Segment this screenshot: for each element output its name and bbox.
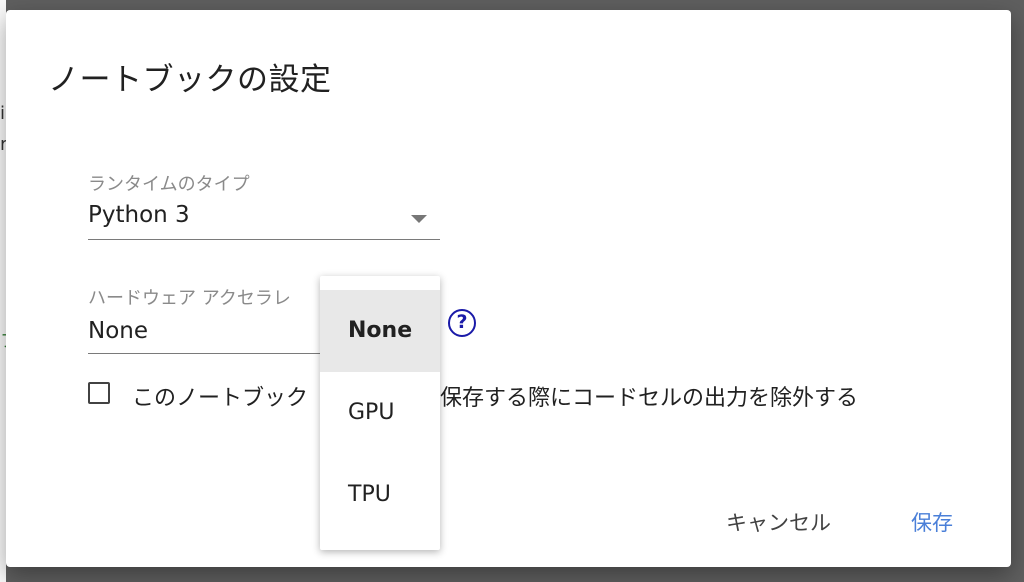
field-underline xyxy=(88,239,440,240)
accelerator-dropdown-menu: None GPU TPU xyxy=(320,276,440,550)
runtime-type-select[interactable]: ランタイムのタイプ Python 3 xyxy=(88,168,440,243)
save-button[interactable]: 保存 xyxy=(911,507,953,537)
omit-output-checkbox-row[interactable]: このノートブック を保存する際にコードセルの出力を除外する xyxy=(88,380,858,411)
notebook-settings-dialog: ノートブックの設定 ランタイムのタイプ Python 3 ハードウェア アクセラ… xyxy=(6,10,1011,567)
dialog-title: ノートブックの設定 xyxy=(48,62,332,98)
dropdown-arrow-icon[interactable] xyxy=(411,215,427,223)
menu-item-none[interactable]: None xyxy=(320,290,440,372)
runtime-type-value: Python 3 xyxy=(88,202,190,228)
hardware-accelerator-value: None xyxy=(88,318,149,344)
menu-item-gpu[interactable]: GPU xyxy=(320,372,440,454)
omit-output-checkbox-label[interactable]: このノートブック を保存する際にコードセルの出力を除外する xyxy=(132,380,858,412)
omit-output-checkbox[interactable] xyxy=(88,382,110,404)
runtime-type-label: ランタイムのタイプ xyxy=(88,174,250,195)
help-icon[interactable]: ? xyxy=(448,309,476,337)
menu-item-tpu[interactable]: TPU xyxy=(320,454,440,536)
cancel-button[interactable]: キャンセル xyxy=(726,507,831,537)
hardware-accelerator-label: ハードウェア アクセラレ xyxy=(88,288,291,309)
